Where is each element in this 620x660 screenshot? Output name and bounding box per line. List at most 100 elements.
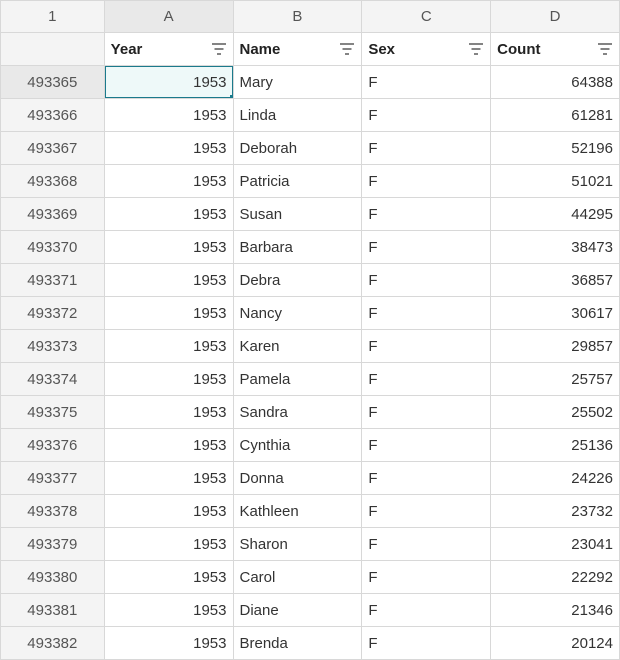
filter-icon[interactable] (211, 42, 227, 56)
cell[interactable]: Pamela (234, 363, 363, 396)
cell[interactable]: 36857 (491, 264, 620, 297)
filter-icon[interactable] (339, 42, 355, 56)
cell[interactable]: F (362, 561, 491, 594)
cell[interactable]: Sharon (234, 528, 363, 561)
cell[interactable]: F (362, 396, 491, 429)
cell[interactable]: 1953 (105, 627, 234, 660)
cell[interactable]: 1953 (105, 132, 234, 165)
cell[interactable]: Diane (234, 594, 363, 627)
cell[interactable]: 25757 (491, 363, 620, 396)
row-header[interactable]: 493381 (0, 594, 105, 627)
cell[interactable]: 38473 (491, 231, 620, 264)
cell[interactable]: 1953 (105, 66, 234, 99)
row-header[interactable]: 493372 (0, 297, 105, 330)
cell[interactable]: 1953 (105, 495, 234, 528)
cell[interactable]: F (362, 264, 491, 297)
cell[interactable]: 61281 (491, 99, 620, 132)
row-header[interactable]: 493365 (0, 66, 105, 99)
row-header[interactable]: 493382 (0, 627, 105, 660)
cell[interactable]: F (362, 66, 491, 99)
cell[interactable]: F (362, 495, 491, 528)
field-header-name[interactable]: Name (234, 33, 363, 66)
cell[interactable]: Mary (234, 66, 363, 99)
cell[interactable]: F (362, 330, 491, 363)
column-header-A[interactable]: A (105, 0, 234, 33)
cell[interactable]: 29857 (491, 330, 620, 363)
cell[interactable]: F (362, 99, 491, 132)
cell[interactable]: Kathleen (234, 495, 363, 528)
cell[interactable]: F (362, 528, 491, 561)
filter-icon[interactable] (468, 42, 484, 56)
cell[interactable]: 23732 (491, 495, 620, 528)
cell[interactable]: 51021 (491, 165, 620, 198)
cell[interactable]: 30617 (491, 297, 620, 330)
cell[interactable]: 1953 (105, 396, 234, 429)
cell[interactable]: 1953 (105, 198, 234, 231)
cell[interactable]: F (362, 297, 491, 330)
cell[interactable]: F (362, 198, 491, 231)
cell[interactable]: 1953 (105, 231, 234, 264)
cell[interactable]: Karen (234, 330, 363, 363)
cell[interactable]: F (362, 165, 491, 198)
field-header-count[interactable]: Count (491, 33, 620, 66)
column-header-B[interactable]: B (234, 0, 363, 33)
cell[interactable]: 1953 (105, 264, 234, 297)
cell[interactable]: 21346 (491, 594, 620, 627)
row-header[interactable]: 493370 (0, 231, 105, 264)
field-header-sex[interactable]: Sex (362, 33, 491, 66)
cell[interactable]: 24226 (491, 462, 620, 495)
cell[interactable]: 1953 (105, 165, 234, 198)
row-header[interactable]: 493371 (0, 264, 105, 297)
cell[interactable]: Carol (234, 561, 363, 594)
row-header[interactable]: 493376 (0, 429, 105, 462)
row-header[interactable]: 493380 (0, 561, 105, 594)
cell[interactable]: 20124 (491, 627, 620, 660)
field-header-year[interactable]: Year (105, 33, 234, 66)
filter-icon[interactable] (597, 42, 613, 56)
column-header-D[interactable]: D (491, 0, 620, 33)
row-header[interactable]: 493367 (0, 132, 105, 165)
cell[interactable]: 1953 (105, 297, 234, 330)
row-header[interactable]: 493366 (0, 99, 105, 132)
cell[interactable]: Brenda (234, 627, 363, 660)
cell[interactable]: Donna (234, 462, 363, 495)
cell[interactable]: 44295 (491, 198, 620, 231)
cell[interactable]: 1953 (105, 330, 234, 363)
cell[interactable]: Linda (234, 99, 363, 132)
cell[interactable]: Susan (234, 198, 363, 231)
cell[interactable]: 52196 (491, 132, 620, 165)
cell[interactable]: 25502 (491, 396, 620, 429)
cell[interactable]: 1953 (105, 528, 234, 561)
column-header-C[interactable]: C (362, 0, 491, 33)
cell[interactable]: Patricia (234, 165, 363, 198)
fill-handle[interactable] (230, 95, 234, 99)
cell[interactable]: 1953 (105, 594, 234, 627)
cell[interactable]: F (362, 231, 491, 264)
row-header[interactable]: 493368 (0, 165, 105, 198)
cell[interactable]: F (362, 594, 491, 627)
cell[interactable]: Cynthia (234, 429, 363, 462)
cell[interactable]: 23041 (491, 528, 620, 561)
row-header[interactable]: 493379 (0, 528, 105, 561)
row-header[interactable]: 493378 (0, 495, 105, 528)
cell[interactable]: F (362, 627, 491, 660)
row-header[interactable]: 493373 (0, 330, 105, 363)
cell[interactable]: F (362, 429, 491, 462)
corner-cell[interactable]: 1 (0, 0, 105, 33)
row-header[interactable]: 493375 (0, 396, 105, 429)
row-header[interactable]: 493369 (0, 198, 105, 231)
cell[interactable]: Sandra (234, 396, 363, 429)
cell[interactable]: Deborah (234, 132, 363, 165)
cell[interactable]: Debra (234, 264, 363, 297)
cell[interactable]: 1953 (105, 429, 234, 462)
cell[interactable]: 1953 (105, 561, 234, 594)
row-header[interactable]: 493374 (0, 363, 105, 396)
cell[interactable]: 1953 (105, 99, 234, 132)
cell[interactable]: F (362, 462, 491, 495)
cell[interactable]: F (362, 132, 491, 165)
row-header[interactable]: 493377 (0, 462, 105, 495)
cell[interactable]: 25136 (491, 429, 620, 462)
cell[interactable]: 1953 (105, 363, 234, 396)
cell[interactable]: F (362, 363, 491, 396)
cell[interactable]: Barbara (234, 231, 363, 264)
